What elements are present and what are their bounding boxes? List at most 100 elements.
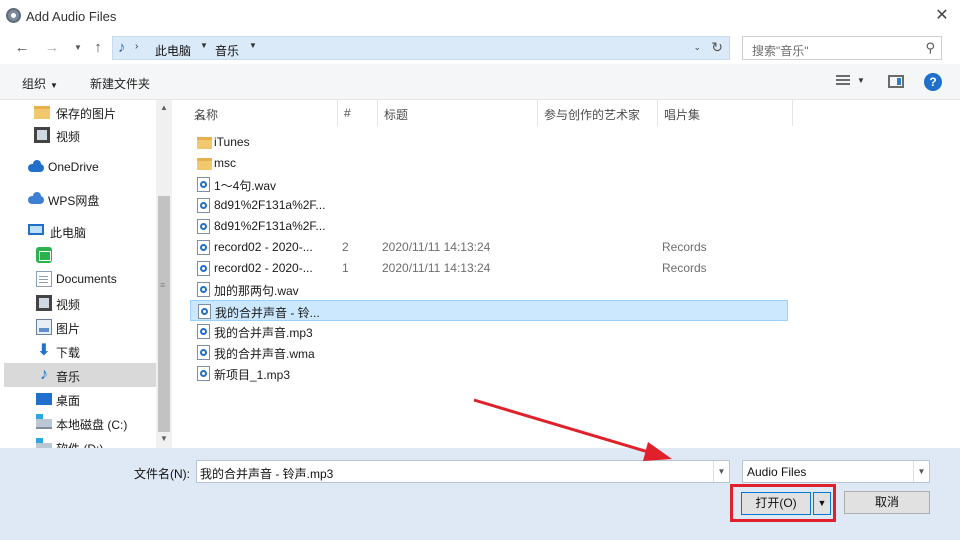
file-name: 新项目_1.mp3	[214, 368, 291, 382]
chevron-down-icon[interactable]: ▼	[200, 41, 208, 50]
column-header-name[interactable]: 名称 ︿	[188, 100, 338, 126]
nav-item-wps-cloud[interactable]: WPS网盘	[4, 187, 156, 211]
document-icon	[36, 271, 52, 287]
filename-value: 我的合并声音 - 铃声.mp3	[200, 467, 334, 481]
picture-icon	[36, 319, 52, 335]
file-row[interactable]: 新项目_1.mp3	[190, 363, 788, 384]
video-icon	[34, 127, 50, 143]
nav-item-this-pc[interactable]: 此电脑	[4, 219, 156, 243]
audio-file-icon	[197, 198, 210, 213]
open-dropdown-icon[interactable]: ▼	[813, 492, 831, 515]
file-row[interactable]: record02 - 2020-... 2 2020/11/11 14:13:24 R…	[190, 237, 788, 258]
file-row[interactable]: 1～4句.wav	[190, 174, 788, 195]
nav-item-pictures[interactable]: 图片	[4, 315, 156, 339]
navigation-bar: ← → ▼ ↑ ♪ › 此电脑 ▼ 音乐 ▼ ⌄ ↻ 搜索"音乐" ⚲	[0, 32, 960, 64]
grip-icon: ≡	[160, 280, 166, 290]
file-name: iTunes	[214, 135, 250, 149]
scroll-down-icon[interactable]: ▼	[160, 434, 168, 443]
file-name: 我的合并声音.mp3	[214, 326, 313, 340]
nav-label: 下载	[56, 346, 81, 360]
nav-label: 本地磁盘 (C:)	[56, 418, 128, 432]
nav-item-videos-1[interactable]: 视频	[20, 123, 172, 147]
file-row[interactable]: 我的合并声音 - 铃...	[190, 300, 788, 321]
breadcrumb-separator-icon[interactable]: ›	[135, 41, 138, 52]
folder-row[interactable]: msc	[190, 153, 788, 174]
chevron-down-icon[interactable]: ▼	[857, 76, 865, 85]
nav-item-documents[interactable]: Documents	[4, 267, 156, 291]
nav-label: 图片	[56, 322, 81, 336]
help-icon[interactable]: ?	[924, 73, 942, 91]
column-label: 唱片集	[664, 108, 701, 122]
column-label: #	[344, 106, 351, 120]
nav-label: 保存的图片	[56, 107, 117, 121]
file-row[interactable]: 8d91%2F131a%2F...	[190, 216, 788, 237]
nav-item-music[interactable]: ♪ 音乐	[4, 363, 156, 387]
file-row[interactable]: 我的合并声音.wma	[190, 342, 788, 363]
filetype-select[interactable]: Audio Files ▼	[742, 460, 930, 483]
new-folder-button[interactable]: 新建文件夹	[90, 75, 150, 92]
nav-label: 此电脑	[50, 226, 87, 240]
open-button[interactable]: 打开(O)	[741, 492, 811, 515]
recent-locations-icon[interactable]: ▼	[68, 38, 88, 58]
app-green-icon	[36, 247, 52, 263]
cloud-icon	[28, 159, 44, 175]
track-title: 2020/11/11 14:13:24	[382, 240, 491, 254]
cancel-button[interactable]: 取消	[844, 491, 930, 514]
music-icon: ♪	[40, 366, 48, 383]
file-row[interactable]: 我的合并声音.mp3	[190, 321, 788, 342]
nav-item-downloads[interactable]: ⬇ 下载	[4, 339, 156, 363]
breadcrumb-music[interactable]: 音乐	[215, 42, 239, 59]
nav-item-videos-2[interactable]: 视频	[4, 291, 156, 315]
chevron-down-icon[interactable]: ▼	[913, 461, 929, 482]
preview-pane-icon[interactable]	[888, 75, 904, 88]
desktop-icon	[36, 393, 52, 405]
search-icon[interactable]: ⚲	[925, 40, 935, 56]
nav-label: 音乐	[56, 370, 81, 384]
file-row[interactable]: 8d91%2F131a%2F...	[190, 195, 788, 216]
audio-file-icon	[197, 261, 210, 276]
nav-item-app[interactable]	[4, 243, 156, 267]
file-row[interactable]: 加的那两句.wav	[190, 279, 788, 300]
filetype-value: Audio Files	[747, 465, 807, 479]
navigation-pane: 保存的图片 视频 OneDrive WPS网盘 此电脑 Documents 视频…	[0, 100, 172, 448]
back-arrow-icon[interactable]: ←	[12, 38, 32, 58]
scrollbar-thumb[interactable]	[158, 196, 170, 432]
view-options-icon[interactable]	[836, 75, 850, 87]
nav-item-saved-pictures[interactable]: 保存的图片	[20, 100, 172, 124]
chevron-down-icon[interactable]: ▼	[249, 41, 257, 50]
address-bar[interactable]: ♪ › 此电脑 ▼ 音乐 ▼ ⌄ ↻	[112, 36, 730, 60]
nav-label: 视频	[56, 298, 81, 312]
drive-icon	[36, 414, 52, 429]
column-header-artist[interactable]: 参与创作的艺术家	[538, 100, 658, 126]
download-icon: ⬇	[37, 342, 51, 359]
scroll-up-icon[interactable]: ▲	[160, 103, 168, 112]
music-icon: ♪	[118, 39, 126, 56]
column-header-album[interactable]: 唱片集	[658, 100, 793, 126]
audio-file-icon	[197, 177, 210, 192]
filename-field[interactable]: 我的合并声音 - 铃声.mp3 ▼	[196, 460, 730, 483]
breadcrumb-this-pc[interactable]: 此电脑	[155, 42, 191, 59]
column-header-title[interactable]: 标题	[378, 100, 538, 126]
file-row[interactable]: record02 - 2020-... 1 2020/11/11 14:13:24 R…	[190, 258, 788, 279]
toolbar: 组织 ▼ 新建文件夹 ▼ ?	[0, 64, 960, 100]
audio-file-icon	[197, 345, 210, 360]
column-header-number[interactable]: #	[338, 100, 378, 126]
up-arrow-icon[interactable]: ↑	[88, 38, 108, 58]
search-input[interactable]: 搜索"音乐" ⚲	[742, 36, 942, 60]
chevron-down-icon[interactable]: ▼	[713, 461, 729, 482]
folder-row[interactable]: iTunes	[190, 132, 788, 153]
close-icon[interactable]: ✕	[932, 6, 952, 26]
file-name: record02 - 2020-...	[214, 240, 313, 254]
refresh-icon[interactable]: ↻	[711, 39, 723, 56]
wps-cloud-icon	[28, 191, 44, 207]
forward-arrow-icon[interactable]: →	[42, 38, 62, 58]
nav-item-onedrive[interactable]: OneDrive	[4, 155, 156, 179]
address-dropdown-icon[interactable]: ⌄	[693, 42, 701, 53]
nav-item-drive-d[interactable]: 软件 (D:)	[4, 435, 156, 448]
nav-item-drive-c[interactable]: 本地磁盘 (C:)	[4, 411, 156, 435]
search-placeholder: 搜索"音乐"	[752, 44, 809, 58]
organize-menu[interactable]: 组织 ▼	[22, 75, 58, 92]
nav-item-desktop[interactable]: 桌面	[4, 387, 156, 411]
file-name: 我的合并声音.wma	[214, 347, 315, 361]
nav-scrollbar[interactable]: ▲ ≡ ▼	[156, 100, 172, 448]
